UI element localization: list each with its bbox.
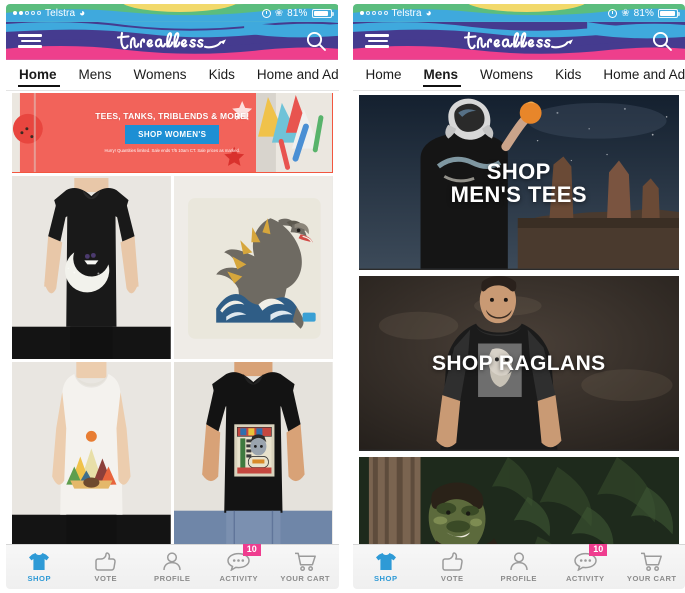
mens-banner-list: SHOP MEN'S TEES SHOP RAGLANS — [353, 91, 685, 560]
promo-headline: TEES, TANKS, TRIBLENDS & MORE! — [95, 111, 250, 122]
tab-your-cart[interactable]: YOUR CART — [272, 545, 339, 590]
banner-label-shop-mens-tees: SHOP MEN'S TEES — [450, 158, 587, 207]
banner-label-shop-raglans: SHOP RAGLANS — [431, 351, 606, 375]
tab-vote-label: VOTE — [440, 574, 464, 583]
product-image-white-tank-mountains — [12, 362, 171, 545]
tab-activity-label: ACTIVITY — [565, 574, 605, 583]
person-icon — [162, 551, 182, 571]
promo-fine-print: Hurry! Quantities limited. Sale ends 7/5… — [104, 148, 240, 154]
nav-tab-home[interactable]: Home — [366, 60, 415, 90]
threadless-logo[interactable] — [463, 28, 575, 54]
tab-vote[interactable]: VOTE — [419, 545, 486, 590]
nav-tab-womens[interactable]: Womens — [134, 60, 200, 90]
wifi-icon: ◕ — [425, 7, 432, 19]
hamburger-menu-icon[interactable] — [18, 33, 44, 50]
carrier-label: Telstra — [45, 7, 76, 19]
tab-activity[interactable]: 10 ACTIVITY — [552, 543, 619, 590]
carrier-label: Telstra — [391, 7, 422, 19]
status-bar: Telstra ◕ ❀ 81% — [6, 4, 339, 22]
mens-content: SHOP MEN'S TEES SHOP RAGLANS — [352, 91, 685, 560]
status-bar: Telstra ◕ ❀ 81% — [352, 4, 685, 22]
shopping-cart-icon — [640, 551, 663, 571]
tab-cart-label: YOUR CART — [280, 574, 331, 583]
tab-your-cart[interactable]: YOUR CART — [619, 545, 685, 590]
tab-cart-label: YOUR CART — [626, 574, 677, 583]
phone-screen-home: Telstra ◕ ❀ 81% Home Mens Womens Kids Ho… — [6, 4, 339, 589]
bluetooth-icon: ❀ — [621, 7, 630, 19]
shop-womens-button[interactable]: SHOP WOMEN'S — [125, 125, 220, 145]
shopping-cart-icon — [294, 551, 317, 571]
home-content: TEES, TANKS, TRIBLENDS & MORE! SHOP WOME… — [6, 91, 339, 560]
tab-vote[interactable]: VOTE — [73, 545, 140, 590]
phone-screen-mens: Telstra ◕ ❀ 81% Home Mens Womens Kids Ho… — [352, 4, 685, 590]
nav-tab-home[interactable]: Home — [18, 60, 70, 90]
battery-icon — [311, 8, 334, 18]
product-grid — [12, 176, 333, 545]
product-image-black-vneck-moon-tee — [12, 176, 171, 359]
nav-tab-mens[interactable]: Mens — [422, 60, 472, 90]
nav-tab-kids[interactable]: Kids — [209, 60, 248, 90]
thumbs-up-icon — [95, 551, 117, 571]
promo-banner-womens-sale[interactable]: TEES, TANKS, TRIBLENDS & MORE! SHOP WOME… — [12, 93, 333, 173]
cellular-signal-icon — [359, 11, 388, 15]
nav-tab-mens[interactable]: Mens — [79, 60, 125, 90]
bluetooth-icon: ❀ — [274, 7, 284, 19]
comparison-stage: Telstra ◕ ❀ 81% Home Mens Womens Kids Ho… — [0, 0, 685, 593]
brand-header — [352, 22, 685, 60]
hamburger-menu-icon[interactable] — [364, 33, 391, 50]
product-tile-womens-black-vneck-moon-tee[interactable] — [12, 176, 171, 359]
tab-profile[interactable]: PROFILE — [486, 545, 553, 590]
battery-percent-label: 81% — [633, 7, 654, 19]
battery-percent-label: 81% — [287, 7, 308, 19]
product-tile-godzilla-wave-throw-pillow[interactable] — [173, 176, 333, 359]
activity-badge: 10 — [589, 543, 608, 557]
product-image-black-tee-poster-art — [173, 362, 333, 545]
category-nav-home[interactable]: Home Mens Womens Kids Home and Ad — [6, 60, 339, 91]
tab-vote-label: VOTE — [94, 574, 118, 583]
tshirt-icon — [28, 551, 50, 571]
nav-tab-home-and-art[interactable]: Home and Ad — [603, 60, 685, 90]
tab-activity-label: ACTIVITY — [219, 574, 259, 583]
bottom-tab-bar-home[interactable]: SHOP VOTE PROFILE 10 ACTIVITY YOUR CART — [6, 543, 339, 590]
cellular-signal-icon — [13, 11, 41, 15]
activity-badge: 10 — [242, 543, 261, 557]
alarm-icon — [261, 8, 271, 18]
nav-tab-home-and-art[interactable]: Home and Ad — [257, 60, 339, 90]
product-tile-womens-white-tank-mountains[interactable] — [12, 362, 171, 545]
alarm-icon — [608, 8, 618, 18]
wifi-icon: ◕ — [79, 7, 86, 19]
tshirt-icon — [375, 551, 397, 571]
category-nav-mens[interactable]: Home Mens Womens Kids Home and Ad — [352, 60, 685, 91]
tab-activity[interactable]: 10 ACTIVITY — [206, 543, 273, 590]
brand-header — [6, 22, 339, 60]
banner-shop-raglans[interactable]: SHOP RAGLANS — [358, 276, 679, 451]
nav-tab-womens[interactable]: Womens — [480, 60, 546, 90]
product-image-godzilla-wave-pillow — [173, 176, 333, 359]
tab-shop[interactable]: SHOP — [6, 545, 73, 590]
battery-icon — [658, 8, 680, 18]
product-tile-mens-black-tee-poster-art[interactable] — [173, 362, 333, 545]
search-icon[interactable] — [305, 30, 327, 52]
threadless-logo[interactable] — [116, 28, 228, 54]
thumbs-up-icon — [442, 551, 463, 571]
person-icon — [509, 551, 529, 571]
tab-profile-label: PROFILE — [500, 574, 537, 583]
bottom-tab-bar-mens[interactable]: SHOP VOTE PROFILE 10 ACTIVITY YOUR CART — [352, 543, 685, 590]
tab-profile[interactable]: PROFILE — [139, 545, 206, 590]
tab-profile-label: PROFILE — [154, 574, 191, 583]
nav-tab-kids[interactable]: Kids — [555, 60, 594, 90]
search-icon[interactable] — [651, 30, 673, 52]
banner-shop-mens-tees[interactable]: SHOP MEN'S TEES — [358, 95, 679, 270]
tab-shop-label: SHOP — [27, 574, 52, 583]
tab-shop-label: SHOP — [373, 574, 398, 583]
tab-shop[interactable]: SHOP — [353, 545, 420, 590]
